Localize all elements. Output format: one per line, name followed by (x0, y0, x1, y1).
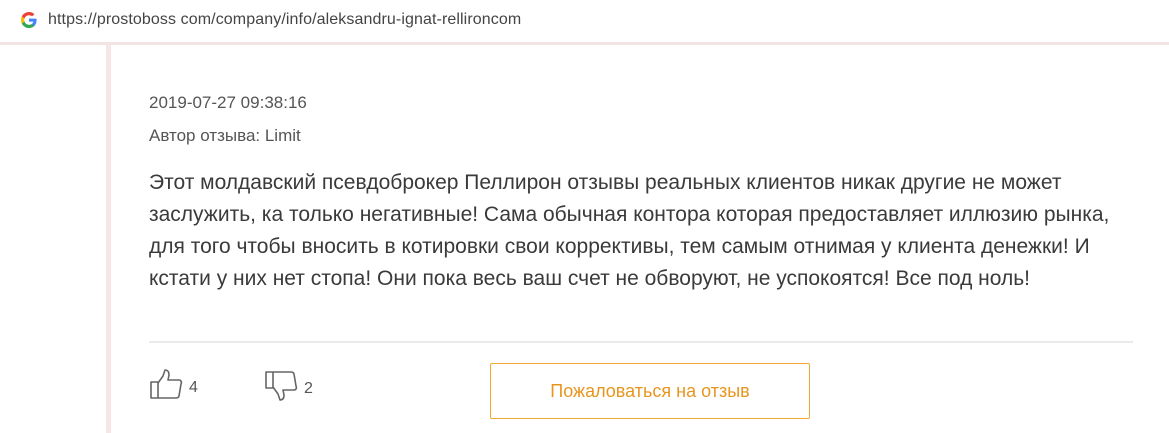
google-g-icon (20, 11, 38, 29)
dislike-button[interactable]: 2 (265, 368, 313, 402)
thumbs-down-icon (265, 371, 298, 401)
review-divider (149, 341, 1133, 343)
address-bar[interactable]: https://prostoboss com/company/info/alek… (4, 0, 1169, 40)
review-text: Этот молдавский псевдоброкер Пеллирон от… (149, 171, 1110, 290)
report-review-button[interactable]: Пожаловаться на отзыв (490, 363, 810, 419)
like-count: 4 (189, 379, 198, 396)
thumbs-up-icon (150, 369, 183, 399)
like-button[interactable]: 4 (150, 368, 198, 400)
url-text[interactable]: https://prostoboss com/company/info/alek… (48, 11, 521, 29)
review-date: 2019-07-27 09:38:16 (149, 93, 307, 112)
dislike-count: 2 (304, 380, 313, 397)
review-author: Автор отзыва: Limit (149, 126, 301, 145)
